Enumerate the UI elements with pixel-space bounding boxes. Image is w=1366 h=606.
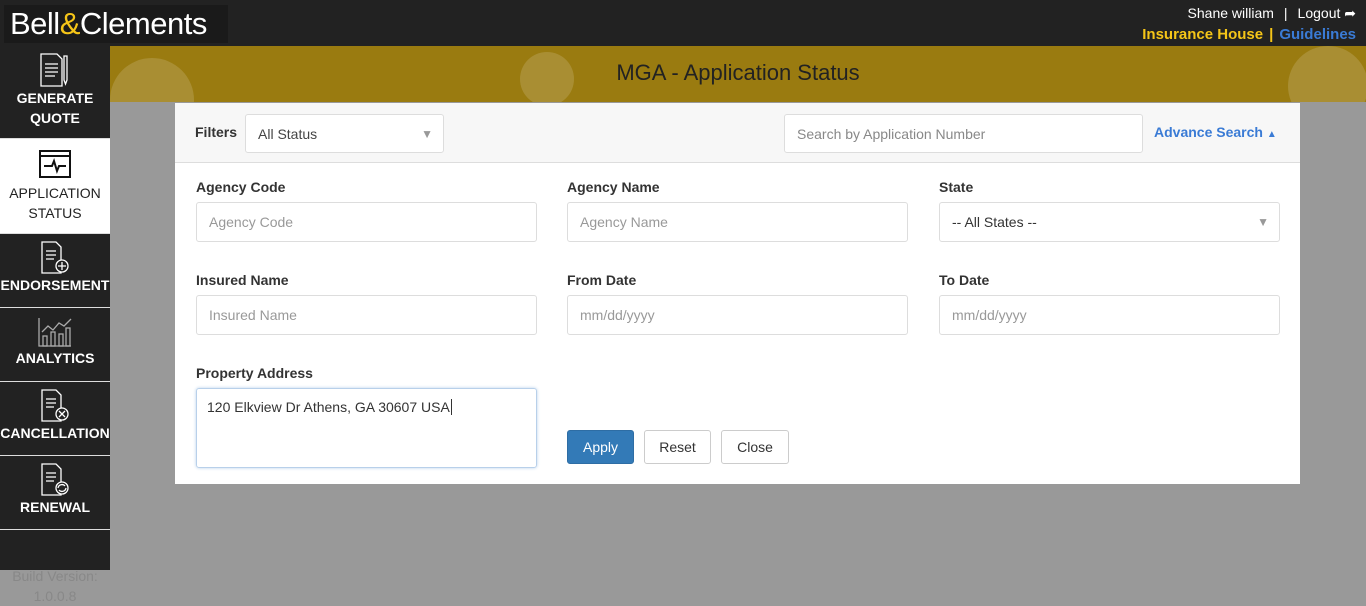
user-name[interactable]: Shane william xyxy=(1188,5,1274,21)
text-cursor xyxy=(450,399,452,415)
dropdown-arrow-icon: ▼ xyxy=(421,127,433,141)
separator: | xyxy=(1283,5,1288,21)
status-value: All Status xyxy=(258,126,318,142)
filters-label: Filters xyxy=(195,124,238,140)
state-label: State xyxy=(939,179,974,195)
agency-name-input[interactable]: Agency Name xyxy=(567,202,908,242)
guidelines-link[interactable]: Guidelines xyxy=(1279,26,1356,43)
insured-name-input[interactable]: Insured Name xyxy=(196,295,537,335)
caret-up-icon: ▲ xyxy=(1266,129,1277,140)
sidebar-item-application-status[interactable]: APPLICATION STATUS xyxy=(0,139,110,234)
application-search-input[interactable]: Search by Application Number xyxy=(784,114,1143,153)
sidebar-item-label: APPLICATION STATUS xyxy=(9,185,101,221)
sidebar: GENERATE QUOTE APPLICATION STATUS ENDORS… xyxy=(0,46,110,604)
sidebar-item-endorsement[interactable]: ENDORSEMENT xyxy=(0,234,110,308)
sidebar-item-renewal[interactable]: RENEWAL xyxy=(0,456,110,530)
property-address-value: 120 Elkview Dr Athens, GA 30607 USA xyxy=(207,399,450,415)
state-select[interactable]: -- All States -- ▼ xyxy=(939,202,1280,242)
logo-amp: & xyxy=(59,6,81,41)
sidebar-item-label: ANALYTICS xyxy=(15,350,95,366)
property-address-input[interactable]: 120 Elkview Dr Athens, GA 30607 USA xyxy=(196,388,537,468)
placeholder: Agency Code xyxy=(209,214,294,230)
insurance-house-link[interactable]: Insurance House xyxy=(1142,26,1263,43)
placeholder: Agency Name xyxy=(580,214,668,230)
filter-row: Filters All Status ▼ Search by Applicatio… xyxy=(175,103,1300,163)
search-placeholder: Search by Application Number xyxy=(797,126,986,142)
user-menu: Shane william | Logout ➦ xyxy=(1188,5,1356,22)
logout-icon: ➦ xyxy=(1344,5,1356,21)
agency-name-label: Agency Name xyxy=(567,179,660,195)
dropdown-arrow-icon: ▼ xyxy=(1257,215,1269,229)
insured-name-label: Insured Name xyxy=(196,272,289,288)
quote-document-icon xyxy=(40,53,68,87)
sidebar-item-generate-quote[interactable]: GENERATE QUOTE xyxy=(0,46,110,139)
agency-code-input[interactable]: Agency Code xyxy=(196,202,537,242)
from-date-input[interactable]: mm/dd/yyyy xyxy=(567,295,908,335)
sidebar-item-label: RENEWAL xyxy=(20,499,90,515)
document-renew-icon xyxy=(41,463,69,496)
status-select[interactable]: All Status ▼ xyxy=(245,114,444,153)
logout-label: Logout xyxy=(1297,5,1341,21)
reset-button[interactable]: Reset xyxy=(644,430,711,464)
document-cancel-icon xyxy=(41,389,69,422)
logo-text: Clements xyxy=(79,6,207,41)
to-date-label: To Date xyxy=(939,272,990,288)
apply-button[interactable]: Apply xyxy=(567,430,634,464)
separator: | xyxy=(1269,26,1274,43)
header-links: Insurance House | Guidelines xyxy=(1142,26,1356,43)
logo[interactable]: Bell&Clements xyxy=(4,5,228,43)
page-banner: MGA - Application Status xyxy=(110,46,1366,102)
sidebar-item-label: CANCELLATION xyxy=(0,425,110,441)
build-label: Build Version: xyxy=(12,568,98,584)
build-number: 1.0.0.8 xyxy=(33,588,77,604)
document-plus-icon xyxy=(41,241,69,274)
page-title: MGA - Application Status xyxy=(616,60,860,85)
placeholder: Insured Name xyxy=(209,307,297,323)
build-version: Build Version: 1.0.0.8 xyxy=(0,566,110,606)
logo-text: Bell xyxy=(10,6,60,41)
logout-link[interactable]: Logout ➦ xyxy=(1298,5,1356,21)
close-button[interactable]: Close xyxy=(721,430,789,464)
property-address-label: Property Address xyxy=(196,365,313,381)
from-date-label: From Date xyxy=(567,272,637,288)
to-date-input[interactable]: mm/dd/yyyy xyxy=(939,295,1280,335)
agency-code-label: Agency Code xyxy=(196,179,286,195)
advance-search-toggle[interactable]: Advance Search ▲ xyxy=(1154,124,1277,140)
analytics-chart-icon xyxy=(38,318,72,347)
state-value: -- All States -- xyxy=(952,214,1037,230)
monitor-pulse-icon xyxy=(39,150,71,178)
sidebar-item-label: ENDORSEMENT xyxy=(0,277,110,293)
sidebar-item-cancellation[interactable]: CANCELLATION xyxy=(0,382,110,456)
sidebar-item-analytics[interactable]: ANALYTICS xyxy=(0,308,110,382)
search-panel: Filters All Status ▼ Search by Applicatio… xyxy=(175,103,1300,484)
placeholder: mm/dd/yyyy xyxy=(580,307,655,323)
top-bar: Bell&Clements Shane william | Logout ➦ Ins… xyxy=(0,0,1366,46)
placeholder: mm/dd/yyyy xyxy=(952,307,1027,323)
advance-search-label: Advance Search xyxy=(1154,124,1263,140)
sidebar-item-label: GENERATE QUOTE xyxy=(16,90,94,126)
